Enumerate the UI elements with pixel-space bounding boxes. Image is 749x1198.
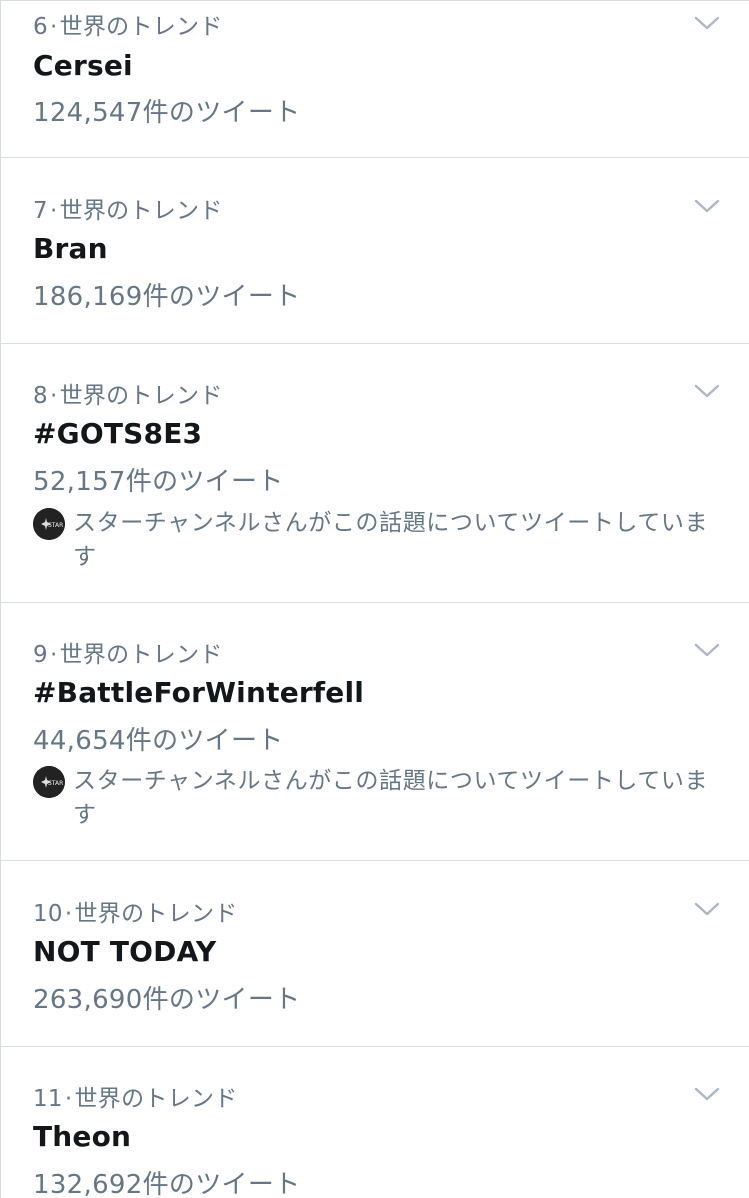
- chevron-down-icon[interactable]: [692, 899, 722, 919]
- chevron-down-icon[interactable]: [692, 381, 722, 401]
- tweet-count: 186,169件のツイート: [33, 282, 301, 312]
- context-text: スターチャンネルさんがこの話題についてツイートしています: [73, 768, 709, 828]
- separator: ·: [49, 383, 58, 409]
- separator: ·: [49, 198, 58, 224]
- trend-rank: 11: [33, 1086, 63, 1112]
- trend-location-label: 世界のトレンド: [74, 1086, 238, 1112]
- separator: ·: [64, 901, 73, 927]
- trend-name: #GOTS8E3: [33, 417, 203, 450]
- svg-text:STAR: STAR: [48, 780, 63, 787]
- trend-rank: 8: [33, 383, 48, 409]
- trend-item[interactable]: 7·世界のトレンド Bran 186,169件のツイート: [1, 158, 749, 344]
- separator: ·: [49, 642, 58, 668]
- tweet-count: 52,157件のツイート: [33, 467, 284, 497]
- chevron-down-icon[interactable]: [692, 196, 722, 216]
- trend-item[interactable]: 11·世界のトレンド Theon 132,692件のツイート: [1, 1046, 749, 1198]
- tweet-count: 124,547件のツイート: [33, 98, 301, 128]
- trends-list: 6·世界のトレンド Cersei 124,547件のツイート 7·世界のトレンド…: [0, 0, 749, 1198]
- chevron-down-icon[interactable]: [692, 1084, 722, 1104]
- trend-location-label: 世界のトレンド: [59, 198, 223, 224]
- chevron-down-icon[interactable]: [692, 640, 722, 660]
- trend-meta: 10·世界のトレンド: [33, 894, 238, 928]
- trend-location-label: 世界のトレンド: [59, 383, 223, 409]
- trend-rank: 10: [33, 901, 63, 927]
- separator: ·: [64, 1086, 73, 1112]
- trend-name: Theon: [33, 1120, 132, 1153]
- star-channel-avatar: STAR: [33, 508, 65, 540]
- trend-location-label: 世界のトレンド: [74, 901, 238, 927]
- trend-meta: 8·世界のトレンド: [33, 376, 223, 410]
- trend-location-label: 世界のトレンド: [59, 642, 223, 668]
- trend-name: #BattleForWinterfell: [33, 676, 365, 709]
- chevron-down-icon[interactable]: [692, 13, 722, 33]
- tweet-count: 132,692件のツイート: [33, 1170, 301, 1198]
- tweet-count: 44,654件のツイート: [33, 726, 284, 756]
- trend-rank: 9: [33, 642, 48, 668]
- trend-item[interactable]: 10·世界のトレンド NOT TODAY 263,690件のツイート: [1, 860, 749, 1047]
- trend-item[interactable]: 8·世界のトレンド #GOTS8E3 52,157件のツイート STAR スター…: [1, 343, 749, 603]
- trend-name: Cersei: [33, 49, 133, 82]
- trend-meta: 6·世界のトレンド: [33, 7, 223, 41]
- svg-text:STAR: STAR: [48, 522, 63, 529]
- trend-item[interactable]: 9·世界のトレンド #BattleForWinterfell 44,654件のツ…: [1, 602, 749, 861]
- trend-location-label: 世界のトレンド: [59, 14, 223, 40]
- trend-name: NOT TODAY: [33, 935, 217, 968]
- trend-meta: 11·世界のトレンド: [33, 1079, 238, 1113]
- separator: ·: [49, 14, 58, 40]
- trend-meta: 7·世界のトレンド: [33, 191, 223, 225]
- trend-item[interactable]: 6·世界のトレンド Cersei 124,547件のツイート: [1, 1, 749, 158]
- trend-rank: 6: [33, 14, 48, 40]
- trend-name: Bran: [33, 232, 108, 265]
- trend-rank: 7: [33, 198, 48, 224]
- tweet-count: 263,690件のツイート: [33, 985, 301, 1015]
- context-text: スターチャンネルさんがこの話題についてツイートしています: [73, 510, 709, 570]
- trend-meta: 9·世界のトレンド: [33, 635, 223, 669]
- star-channel-avatar: STAR: [33, 766, 65, 798]
